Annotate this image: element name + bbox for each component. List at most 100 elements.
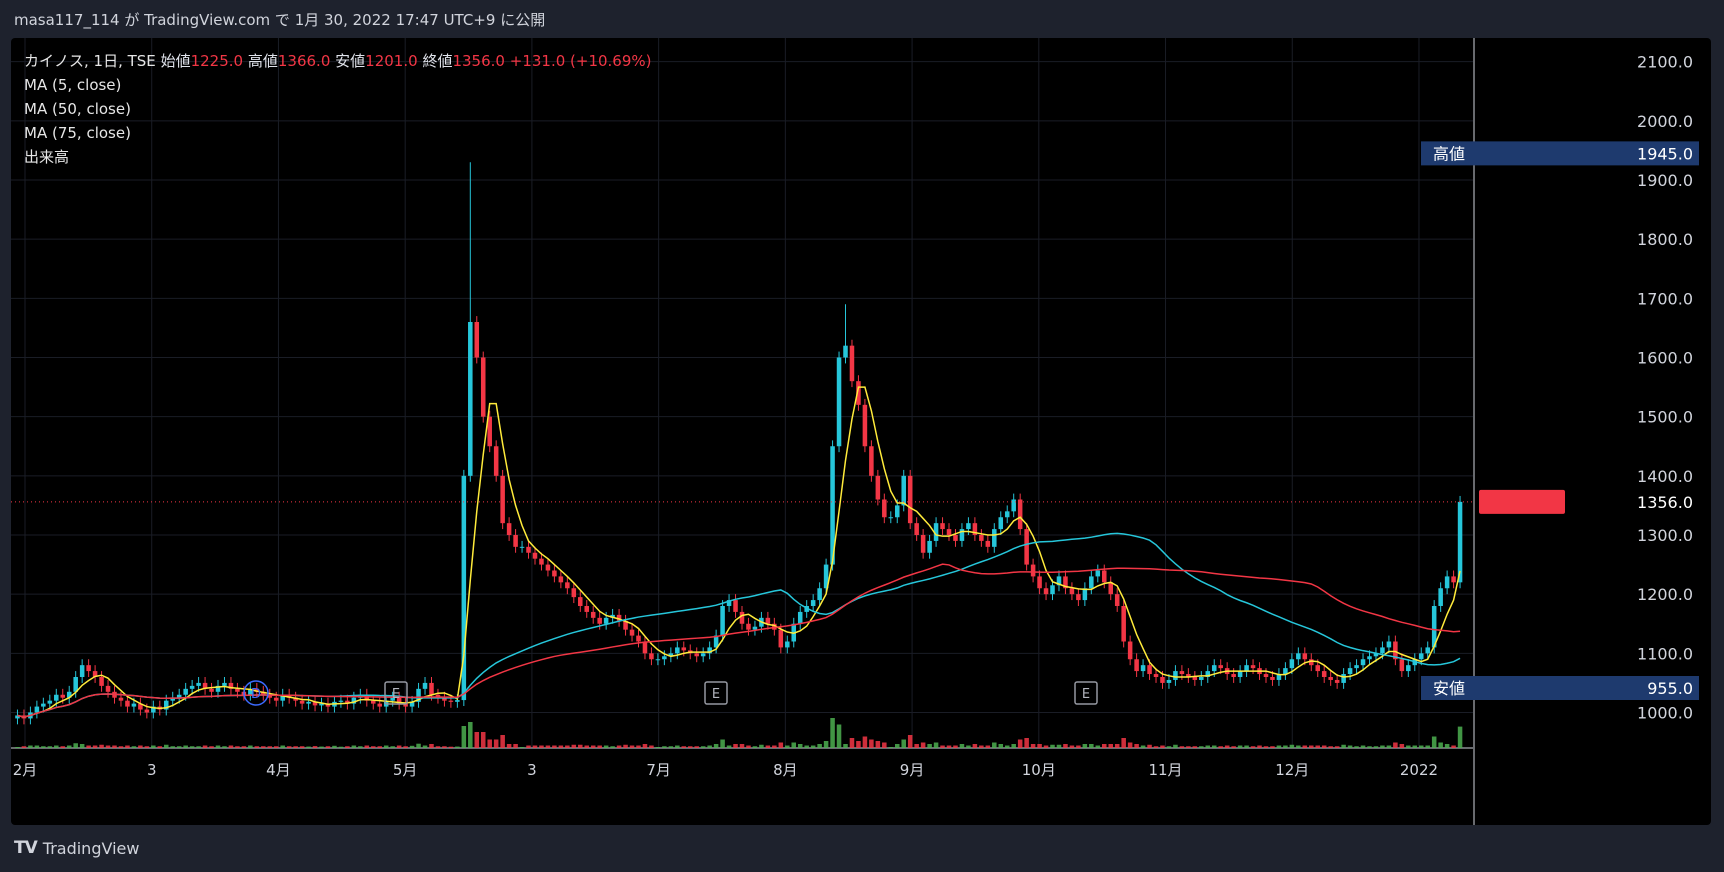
candle-body: [849, 345, 855, 382]
volume-bar: [862, 736, 868, 748]
volume-bar: [105, 745, 111, 748]
high-value: 1366.0: [277, 52, 331, 70]
candle-body: [105, 685, 111, 692]
candle-body: [785, 641, 790, 648]
volume-bar: [435, 746, 441, 748]
volume-bar: [99, 744, 104, 748]
candle-body: [1160, 677, 1165, 683]
candle-body: [429, 682, 434, 695]
volume-bar: [539, 745, 544, 748]
candle-body: [1296, 653, 1301, 660]
volume-bar: [1173, 744, 1178, 748]
volume-bar: [422, 745, 428, 748]
candle-body: [1102, 570, 1107, 583]
volume-bar: [610, 746, 615, 748]
x-tick-label: 4月: [266, 761, 291, 779]
candle-body: [843, 345, 848, 358]
candle-body: [144, 709, 150, 713]
volume-bar: [196, 746, 201, 748]
volume-bar: [241, 746, 247, 748]
candle-body: [966, 523, 971, 530]
candle-body: [1192, 677, 1198, 680]
volume-bar: [1218, 746, 1223, 748]
volume-bar: [118, 746, 124, 748]
volume-bar: [810, 745, 816, 748]
candle-body: [778, 629, 784, 648]
marker-label: E: [1082, 687, 1090, 702]
candle-body: [914, 523, 919, 535]
volume-bar: [894, 744, 900, 748]
candle-body: [1089, 576, 1094, 589]
low-value: 1201.0: [365, 52, 418, 70]
volume-bar: [332, 745, 337, 748]
brand-label[interactable]: TradingView: [43, 839, 140, 858]
ma75-legend[interactable]: MA (75, close): [24, 121, 652, 145]
volume-bar: [1004, 745, 1010, 748]
x-tick-label: 10月: [1022, 761, 1056, 779]
candle-body: [584, 606, 590, 612]
candle-body: [888, 517, 894, 519]
x-tick-label: 2月: [13, 761, 38, 779]
volume-bar: [1412, 745, 1418, 748]
candle-body: [1179, 671, 1185, 675]
candle-body: [1341, 674, 1346, 683]
y-tick-label: 1800.0: [1637, 230, 1693, 249]
candle-body: [131, 703, 137, 707]
volume-bar: [966, 745, 971, 748]
candle-body: [649, 653, 654, 660]
volume-bar: [687, 746, 693, 748]
ma50-line: [17, 532, 1461, 718]
x-tick-label: 2022: [1400, 761, 1438, 779]
marker-label: E: [712, 687, 720, 702]
volume-bar: [92, 745, 98, 748]
volume-bar: [1134, 744, 1139, 748]
volume-bar: [1283, 745, 1288, 748]
x-tick-label: 8月: [773, 761, 798, 779]
volume-bar: [41, 746, 46, 748]
candle-body: [1166, 679, 1172, 683]
candle-body: [1380, 647, 1385, 654]
volume-bar: [532, 745, 538, 748]
volume-bar: [1354, 746, 1359, 748]
candle-body: [273, 697, 279, 701]
volume-bar: [597, 745, 602, 748]
candle-body: [1011, 499, 1016, 512]
volume-bar: [1205, 745, 1211, 748]
volume-bar: [267, 746, 273, 748]
ma5-legend[interactable]: MA (5, close): [24, 73, 652, 97]
candle-body: [700, 653, 706, 657]
volume-bar: [183, 745, 188, 748]
volume-legend[interactable]: 出来高: [24, 145, 652, 169]
candle-body: [371, 700, 376, 704]
candle-body: [1140, 665, 1146, 672]
volume-bar: [209, 746, 214, 748]
volume-bar: [1030, 744, 1036, 748]
volume-bar: [1069, 745, 1075, 748]
volume-bar: [629, 745, 635, 748]
volume-bar: [273, 746, 279, 748]
volume-bar: [1341, 744, 1346, 748]
volume-bar: [1224, 745, 1230, 748]
ma50-legend[interactable]: MA (50, close): [24, 97, 652, 121]
ma5-line: [17, 386, 1461, 718]
volume-bar: [202, 745, 208, 748]
volume-bar: [86, 745, 91, 748]
volume-bar: [1425, 745, 1430, 748]
volume-bar: [500, 735, 505, 748]
candle-body: [1444, 576, 1450, 589]
x-tick-label: 5月: [393, 761, 418, 779]
tradingview-logo-icon[interactable]: TV: [14, 838, 38, 858]
y-tick-label: 1200.0: [1637, 585, 1693, 604]
volume-bar: [468, 722, 473, 748]
volume-bar: [836, 724, 842, 748]
volume-bar: [584, 745, 590, 748]
open-label: 始値: [160, 52, 191, 70]
volume-bar: [1418, 745, 1424, 748]
candle-body: [1030, 564, 1036, 577]
volume-bar: [1257, 745, 1262, 748]
candle-body: [675, 647, 680, 654]
candle-body: [1134, 659, 1139, 672]
candle-body: [1237, 671, 1243, 677]
symbol-label[interactable]: カイノス, 1日, TSE: [24, 52, 156, 70]
high-label: 高値: [1433, 144, 1465, 163]
